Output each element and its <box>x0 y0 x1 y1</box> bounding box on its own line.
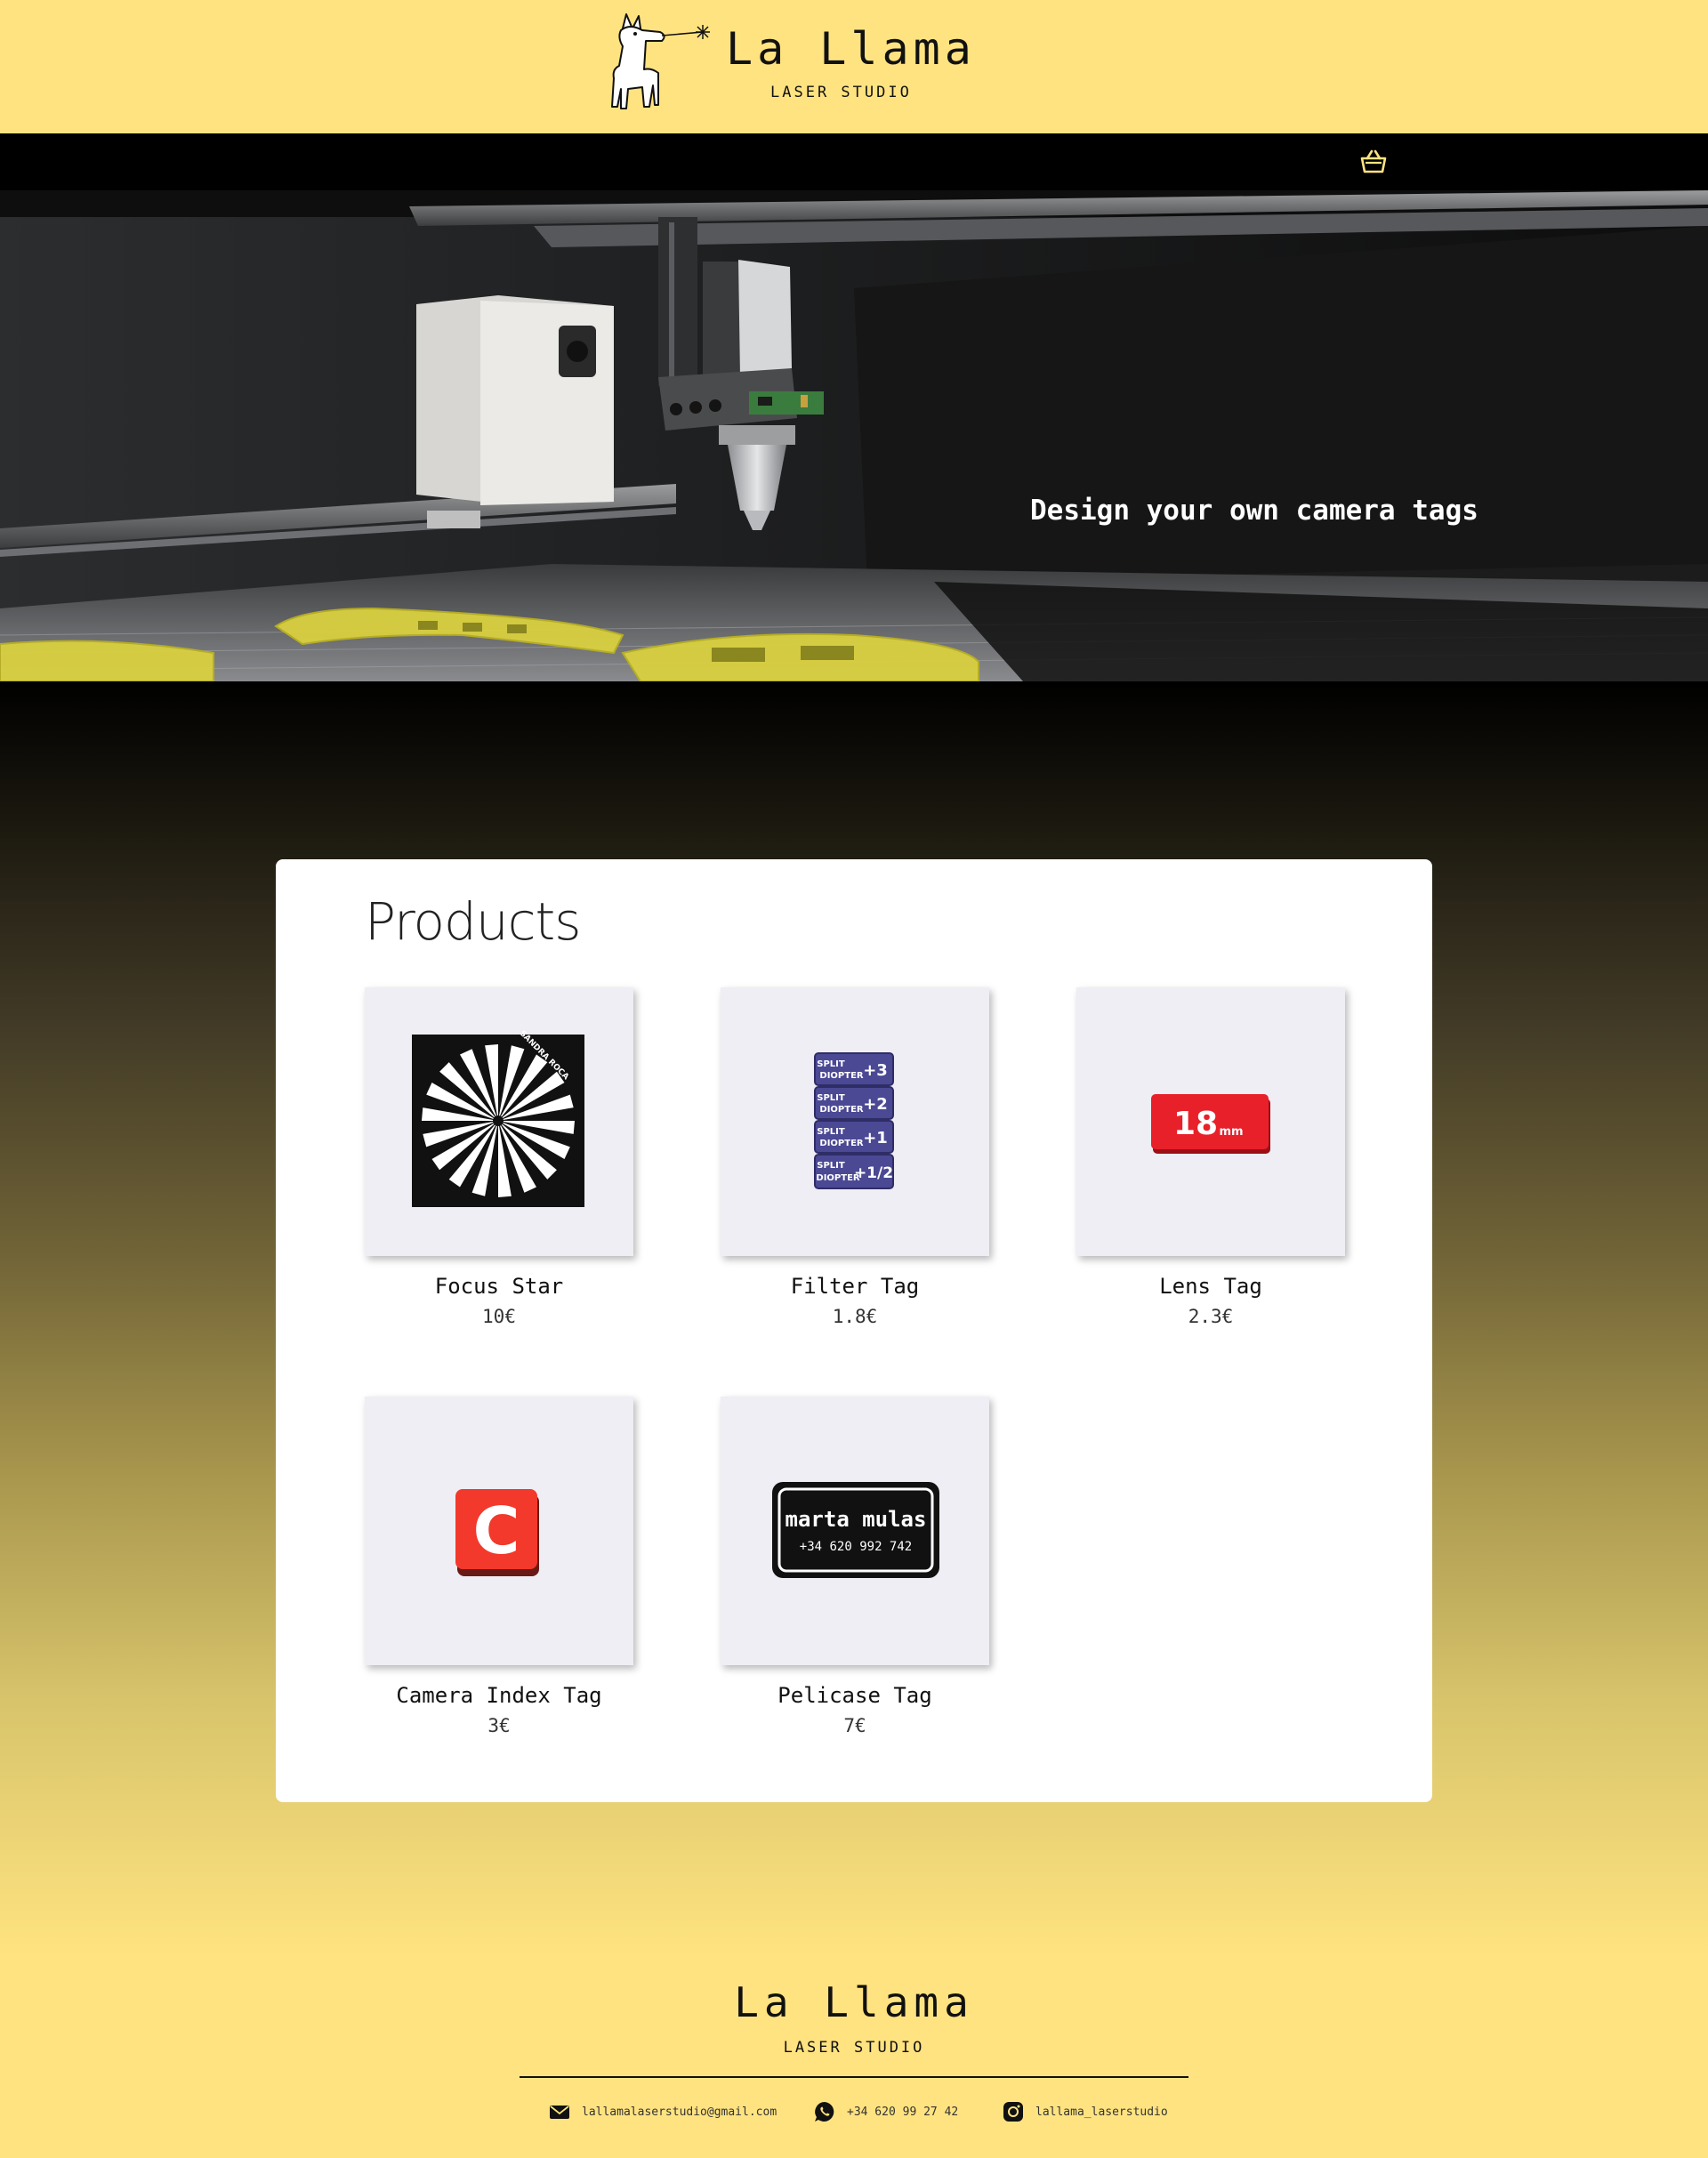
product-card-focus-star[interactable]: SANDRA ROCA Focus Star 10€ <box>365 987 633 1327</box>
footer-divider <box>520 2076 1188 2078</box>
product-card-camera-index-tag[interactable]: C Camera Index Tag 3€ <box>365 1397 633 1736</box>
svg-text:C: C <box>473 1494 520 1568</box>
product-image-pelicase-tag[interactable]: marta mulas +34 620 992 742 <box>721 1397 989 1665</box>
product-card-lens-tag[interactable]: 18 mm Lens Tag 2.3€ <box>1076 987 1345 1327</box>
brand-logo-link[interactable]: La Llama LASER STUDIO <box>587 7 971 123</box>
products-heading: Products <box>365 891 581 952</box>
contact-phone[interactable]: +34 620 99 27 42 <box>813 2099 958 2124</box>
instagram-text[interactable]: lallama_laserstudio <box>1035 2106 1168 2119</box>
svg-text:SPLIT: SPLIT <box>817 1127 845 1137</box>
products-card: Products SANDRA ROCA Focus Star 10€ SPLI… <box>276 859 1432 1802</box>
product-price: 7€ <box>843 1715 866 1736</box>
product-price: 1.8€ <box>832 1306 878 1327</box>
svg-text:DIOPTER: DIOPTER <box>819 1139 864 1148</box>
contact-email[interactable]: lallamalaserstudio@gmail.com <box>548 2099 777 2124</box>
svg-text:marta mulas: marta mulas <box>786 1507 927 1532</box>
site-header: La Llama LASER STUDIO <box>0 0 1708 133</box>
product-image-camera-index-tag[interactable]: C <box>365 1397 633 1665</box>
brand-subtitle: LASER STUDIO <box>770 84 912 101</box>
product-image-filter-tag[interactable]: SPLIT DIOPTER +3 SPLIT DIOPTER +2 SPLIT … <box>721 987 989 1256</box>
product-name[interactable]: Filter Tag <box>721 1274 989 1299</box>
llama-logo-icon <box>611 13 710 109</box>
product-name[interactable]: Pelicase Tag <box>721 1683 989 1708</box>
contact-instagram[interactable]: lallama_laserstudio <box>1002 2099 1168 2124</box>
svg-text:18: 18 <box>1173 1106 1218 1142</box>
svg-text:+34 620 992 742: +34 620 992 742 <box>800 1540 912 1554</box>
focus-star-graphic: SANDRA ROCA <box>412 1029 584 1207</box>
brand-title: La Llama <box>726 23 976 75</box>
svg-text:SPLIT: SPLIT <box>817 1161 845 1171</box>
camera-index-tag-graphic: C <box>455 1489 539 1576</box>
laser-cutter-photo <box>0 190 1708 681</box>
product-image-focus-star[interactable]: SANDRA ROCA <box>365 987 633 1256</box>
whatsapp-icon <box>815 2102 834 2122</box>
shopping-basket-icon[interactable] <box>1358 146 1390 178</box>
phone-text[interactable]: +34 620 99 27 42 <box>847 2106 958 2119</box>
email-text[interactable]: lallamalaserstudio@gmail.com <box>582 2106 777 2119</box>
product-name[interactable]: Camera Index Tag <box>365 1683 633 1708</box>
svg-text:+1/2: +1/2 <box>854 1164 893 1182</box>
product-image-lens-tag[interactable]: 18 mm <box>1076 987 1345 1256</box>
svg-text:+2: +2 <box>863 1095 888 1114</box>
svg-text:+3: +3 <box>863 1061 888 1080</box>
footer-subtitle: LASER STUDIO <box>783 2039 925 2057</box>
product-price: 3€ <box>487 1715 511 1736</box>
svg-text:SPLIT: SPLIT <box>817 1093 845 1103</box>
hero-banner: Design your own camera tags <box>0 190 1708 681</box>
svg-text:+1: +1 <box>863 1129 888 1147</box>
product-price: 10€ <box>482 1306 516 1327</box>
focus-star-center <box>493 1115 504 1126</box>
top-navbar <box>0 133 1708 190</box>
lens-tag-graphic: 18 mm <box>1151 1094 1270 1154</box>
filter-tag-graphic: SPLIT DIOPTER +3 SPLIT DIOPTER +2 SPLIT … <box>814 1052 894 1189</box>
svg-text:SPLIT: SPLIT <box>817 1059 845 1069</box>
product-name[interactable]: Lens Tag <box>1076 1274 1345 1299</box>
instagram-icon <box>1003 2102 1023 2122</box>
product-card-filter-tag[interactable]: SPLIT DIOPTER +3 SPLIT DIOPTER +2 SPLIT … <box>721 987 989 1327</box>
pelicase-tag-graphic: marta mulas +34 620 992 742 <box>772 1482 939 1578</box>
hero-tagline: Design your own camera tags <box>1030 495 1478 527</box>
svg-text:DIOPTER: DIOPTER <box>819 1071 864 1081</box>
site-footer: La Llama LASER STUDIO lallamalaserstudio… <box>0 1957 1708 2158</box>
product-price: 2.3€ <box>1188 1306 1234 1327</box>
product-name[interactable]: Focus Star <box>365 1274 633 1299</box>
product-card-pelicase-tag[interactable]: marta mulas +34 620 992 742 Pelicase Tag… <box>721 1397 989 1736</box>
footer-title: La Llama <box>734 1978 974 2026</box>
svg-text:mm: mm <box>1219 1125 1243 1139</box>
svg-text:DIOPTER: DIOPTER <box>819 1105 864 1115</box>
envelope-icon <box>550 2106 569 2119</box>
